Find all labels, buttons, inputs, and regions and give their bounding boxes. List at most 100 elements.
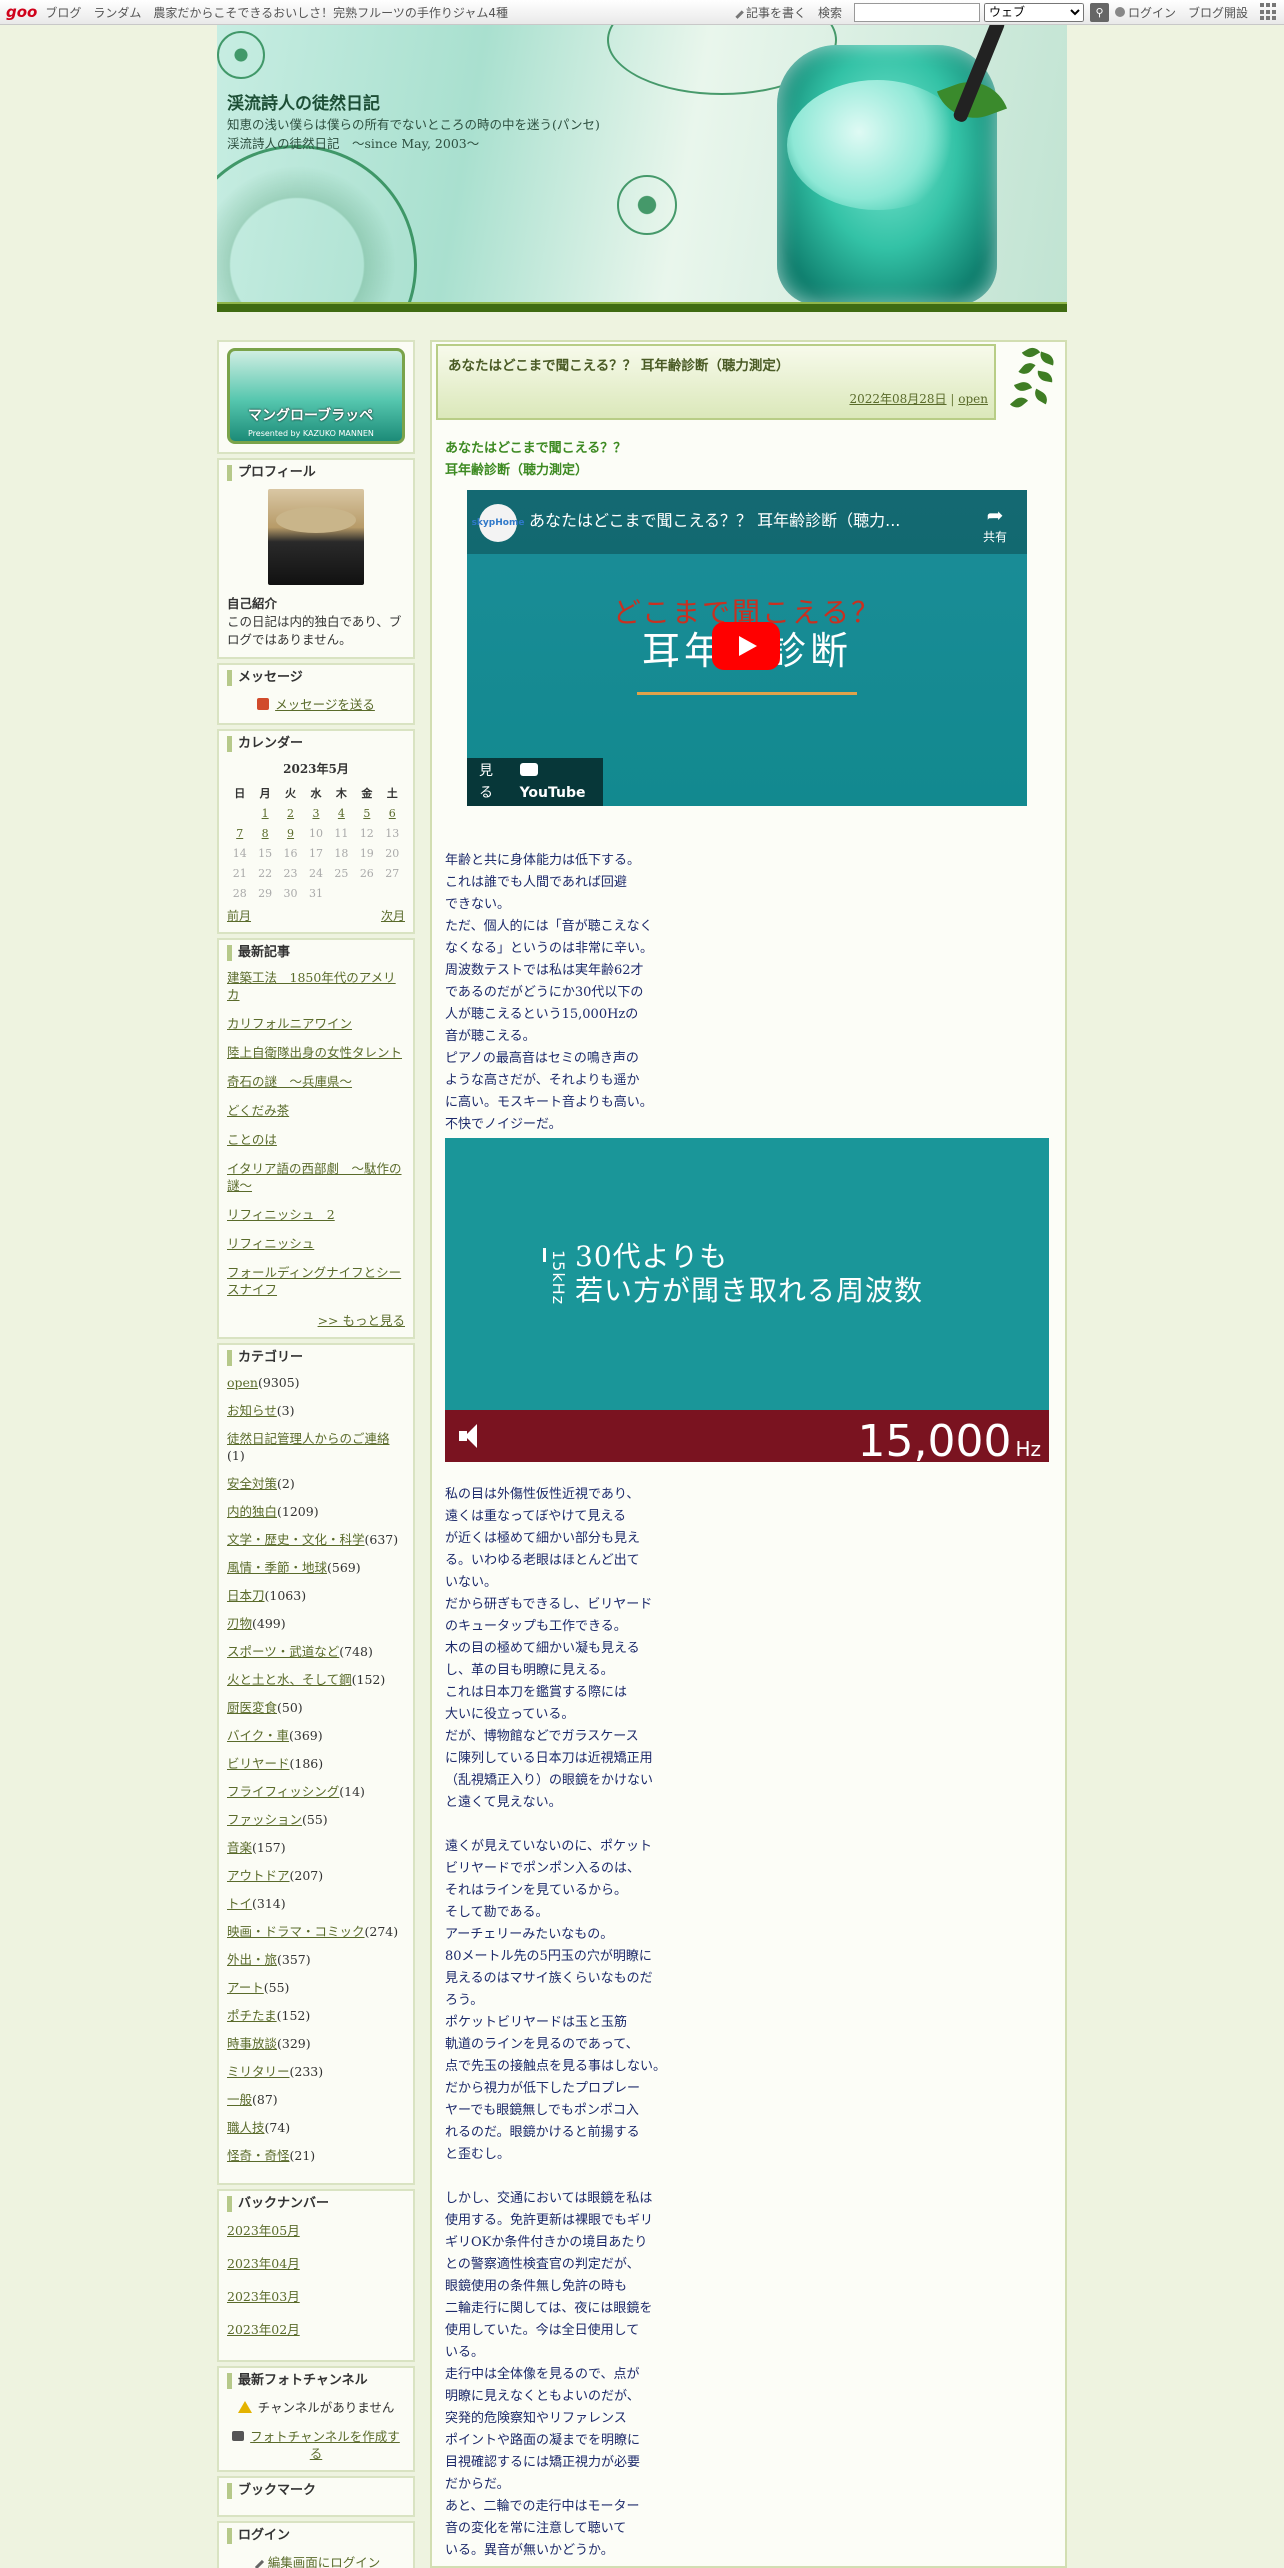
category-link[interactable]: ポチたま bbox=[227, 2008, 277, 2023]
backnumber-link[interactable]: 2023年03月 bbox=[227, 2286, 405, 2305]
category-link[interactable]: 風情・季節・地球 bbox=[227, 1560, 327, 1575]
video-title[interactable]: あなたはどこまで聞こえる？？ 耳年齢診断（聴力... bbox=[529, 510, 949, 532]
post-text-line: る。いわゆる老眼はほとんど出て bbox=[445, 1553, 640, 1568]
calendar-day: 28 bbox=[232, 886, 247, 900]
create-photo-channel-link[interactable]: フォトチャンネルを作成する bbox=[227, 2428, 405, 2462]
category-link[interactable]: アウトドア bbox=[227, 1868, 290, 1883]
category-count: (357) bbox=[277, 1952, 311, 1967]
recent-post-link[interactable]: フォールディングナイフとシースナイフ bbox=[227, 1264, 405, 1298]
category-link[interactable]: バイク・車 bbox=[227, 1728, 289, 1743]
category-link[interactable]: 内的独白 bbox=[227, 1504, 277, 1519]
category-item: 職人技(74) bbox=[227, 2119, 405, 2136]
write-article-link[interactable]: 記事を書く bbox=[731, 4, 806, 21]
watch-on-youtube-button[interactable]: 見る YouTube bbox=[467, 758, 603, 806]
category-link[interactable]: 音楽 bbox=[227, 1840, 252, 1855]
category-link[interactable]: ミリタリー bbox=[227, 2064, 290, 2079]
calendar-day-link[interactable]: 4 bbox=[329, 803, 354, 823]
category-link[interactable]: 厨医変食 bbox=[227, 1700, 277, 1715]
category-link[interactable]: 一般 bbox=[227, 2092, 252, 2107]
nav-promo[interactable]: 農家だからこそできるおいしさ！完熟フルーツの手作りジャム4種 bbox=[153, 4, 508, 21]
category-link[interactable]: 徒然日記管理人からのご連絡 bbox=[227, 1431, 390, 1446]
category-link[interactable]: 文学・歴史・文化・科学 bbox=[227, 1532, 365, 1547]
template-banner-image[interactable]: マングローブラッペ Presented by KAZUKO MANNEN bbox=[227, 348, 405, 444]
backnumber-link[interactable]: 2023年04月 bbox=[227, 2253, 405, 2272]
category-link[interactable]: 安全対策 bbox=[227, 1476, 277, 1491]
avatar[interactable] bbox=[268, 489, 364, 585]
category-link[interactable]: スポーツ・武道など bbox=[227, 1644, 339, 1659]
send-message-link[interactable]: メッセージを送る bbox=[227, 694, 405, 713]
login-link[interactable]: ログイン bbox=[1114, 4, 1176, 21]
category-item: お知らせ(3) bbox=[227, 1402, 405, 1419]
recent-post-link[interactable]: リフィニッシュ bbox=[227, 1235, 405, 1252]
nav-blog[interactable]: ブログ bbox=[45, 4, 81, 21]
calendar-day-link[interactable]: 3 bbox=[303, 803, 328, 823]
youtube-embed[interactable]: skypHome あなたはどこまで聞こえる？？ 耳年齢診断（聴力... ➦ 共有 … bbox=[467, 490, 1027, 806]
search-button[interactable]: ⚲ bbox=[1089, 2, 1109, 22]
category-count: (1063) bbox=[264, 1588, 307, 1603]
calendar-day-link[interactable]: 8 bbox=[252, 823, 277, 843]
backnumber-link[interactable]: 2023年05月 bbox=[227, 2220, 405, 2239]
category-link[interactable]: 映画・ドラマ・コミック bbox=[227, 1924, 365, 1939]
category-link[interactable]: フライフィッシング bbox=[227, 1784, 339, 1799]
apps-grid-icon[interactable] bbox=[1260, 3, 1278, 21]
category-count: (369) bbox=[289, 1728, 323, 1743]
recent-post-link[interactable]: ことのは bbox=[227, 1131, 405, 1148]
open-blog-link[interactable]: ブログ開設 bbox=[1188, 4, 1248, 21]
calendar-day: 23 bbox=[283, 866, 298, 880]
calendar-weekday-row: 日 月 火 水 木 金 土 bbox=[227, 783, 405, 803]
channel-avatar[interactable]: skypHome bbox=[472, 504, 524, 542]
calendar-next-link[interactable]: 次月 bbox=[381, 907, 405, 924]
edit-login-link[interactable]: 編集画面にログイン bbox=[227, 2552, 405, 2568]
blog-title[interactable]: 渓流詩人の徒然日記 bbox=[227, 89, 380, 114]
search-scope-select[interactable]: ウェブ bbox=[983, 2, 1084, 22]
post-text-line: いる。異音が無いかどうか。 bbox=[445, 2543, 614, 2558]
recent-post-link[interactable]: イタリア語の西部劇 〜駄作の謎〜 bbox=[227, 1160, 405, 1194]
post-category-link[interactable]: open bbox=[958, 392, 988, 406]
calendar-day: 29 bbox=[258, 886, 273, 900]
category-link[interactable]: 火と土と水、そして鋼 bbox=[227, 1672, 352, 1687]
post-title[interactable]: あなたはどこまで聞こえる？？ 耳年齢診断（聴力測定） bbox=[448, 354, 789, 374]
calendar-day-link[interactable]: 7 bbox=[227, 823, 252, 843]
toolbar-right: 記事を書く 検索 ウェブ ⚲ ログイン ブログ開設 bbox=[727, 2, 1284, 22]
backnumber-link[interactable]: 2023年02月 bbox=[227, 2319, 405, 2338]
category-link[interactable]: アート bbox=[227, 1980, 264, 1995]
category-link[interactable]: ビリヤード bbox=[227, 1756, 290, 1771]
calendar-day-link[interactable]: 6 bbox=[380, 803, 405, 823]
calendar-day-link[interactable]: 9 bbox=[278, 823, 303, 843]
calendar-prev-link[interactable]: 前月 bbox=[227, 907, 251, 924]
category-link[interactable]: お知らせ bbox=[227, 1403, 277, 1418]
recent-post-link[interactable]: 建築工法 1850年代のアメリカ bbox=[227, 969, 405, 1003]
post-text-line: れるのだ。眼鏡かけると前揚する bbox=[445, 2125, 640, 2140]
calendar-day-link[interactable]: 2 bbox=[278, 803, 303, 823]
calendar-day-link[interactable]: 1 bbox=[252, 803, 277, 823]
backnumber-heading: バックナンバー bbox=[227, 2196, 405, 2212]
category-link[interactable]: ファッション bbox=[227, 1812, 302, 1827]
post-date-link[interactable]: 2022年08月28日 bbox=[849, 392, 946, 406]
recent-post-link[interactable]: 奇石の謎 〜兵庫県〜 bbox=[227, 1073, 405, 1090]
category-link[interactable]: 怪奇・奇怪 bbox=[227, 2148, 290, 2163]
goo-logo[interactable]: goo bbox=[6, 3, 37, 21]
recent-post-link[interactable]: カリフォルニアワイン bbox=[227, 1015, 405, 1032]
play-button-icon[interactable] bbox=[712, 622, 780, 670]
recent-post-link[interactable]: 陸上自衛隊出身の女性タレント bbox=[227, 1044, 405, 1061]
recent-post-link[interactable]: どくだみ茶 bbox=[227, 1102, 405, 1119]
calendar-day-link[interactable]: 5 bbox=[354, 803, 379, 823]
recent-post-link[interactable]: リフィニッシュ 2 bbox=[227, 1206, 405, 1223]
search-input[interactable] bbox=[853, 2, 980, 22]
category-link[interactable]: 時事放談 bbox=[227, 2036, 277, 2051]
nav-random[interactable]: ランダム bbox=[93, 4, 141, 21]
category-link[interactable]: 日本刀 bbox=[227, 1588, 265, 1603]
category-link[interactable]: トイ bbox=[227, 1896, 252, 1911]
weekday: 日 bbox=[234, 787, 246, 800]
category-link[interactable]: 外出・旅 bbox=[227, 1952, 277, 1967]
calendar-day bbox=[354, 883, 379, 903]
more-posts-link[interactable]: >> もっと見る bbox=[227, 1310, 405, 1329]
category-link[interactable]: open bbox=[227, 1375, 258, 1390]
post-text-line: だが、博物館などでガラスケース bbox=[445, 1729, 639, 1744]
share-button[interactable]: ➦ 共有 bbox=[983, 504, 1007, 548]
category-link[interactable]: 職人技 bbox=[227, 2120, 265, 2135]
post-text-line: ような高さだが、それよりも遥か bbox=[445, 1073, 640, 1088]
category-link[interactable]: 刃物 bbox=[227, 1616, 252, 1631]
thumb-underline bbox=[637, 692, 857, 695]
category-item: アウトドア(207) bbox=[227, 1867, 405, 1884]
